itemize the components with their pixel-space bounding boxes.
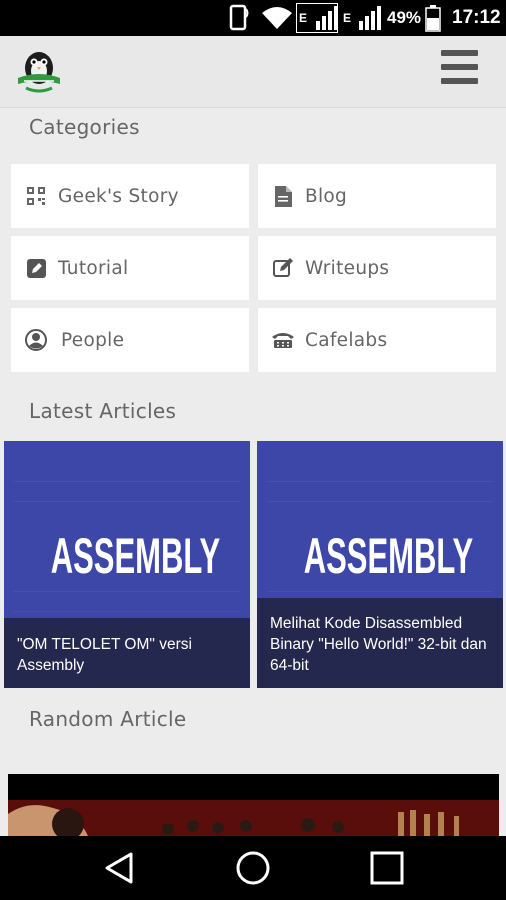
hamburger-menu-icon — [441, 50, 478, 56]
edit-box-icon — [24, 256, 48, 280]
latest-articles-title: Latest Articles — [29, 399, 177, 423]
category-blog[interactable]: Blog — [258, 164, 496, 228]
hamburger-bar — [441, 64, 478, 70]
article-caption: Melihat Kode Disassembled Binary "Hello … — [257, 598, 503, 688]
category-label: Blog — [305, 185, 348, 207]
article-caption-text: "OM TELOLET OM" versi Assembly — [17, 636, 192, 674]
article-card[interactable]: ASSEMBLY Melihat Kode Disassembled Binar… — [257, 441, 503, 688]
decorative-line — [14, 591, 240, 592]
system-nav-bar — [0, 836, 506, 900]
article-caption-text: Melihat Kode Disassembled Binary "Hello … — [270, 615, 487, 674]
category-people[interactable]: People — [11, 308, 249, 372]
decorative-line — [14, 481, 240, 482]
cafelabs-logo-icon[interactable] — [16, 48, 62, 94]
document-icon — [271, 184, 295, 208]
signal-sim2-label: E — [343, 11, 352, 25]
random-article-title: Random Article — [29, 707, 187, 731]
decorative-line — [14, 611, 240, 612]
phone-rotate-icon — [228, 0, 250, 36]
user-circle-icon — [24, 328, 48, 352]
home-circle-icon — [236, 851, 270, 885]
hamburger-menu-button[interactable] — [441, 50, 481, 86]
decorative-line — [14, 501, 240, 502]
category-geeks-story[interactable]: Geek's Story — [11, 164, 249, 228]
article-image-text: ASSEMBLY — [50, 528, 221, 584]
battery-icon — [425, 0, 441, 36]
article-caption: "OM TELOLET OM" versi Assembly — [4, 618, 250, 688]
battery-percent: 49% — [387, 8, 422, 27]
telephone-icon — [271, 328, 295, 352]
category-writeups[interactable]: Writeups — [258, 236, 496, 300]
category-label: People — [61, 329, 125, 351]
app-bar — [0, 36, 506, 108]
pencil-square-icon — [271, 256, 295, 280]
recents-button[interactable] — [347, 836, 427, 900]
category-cafelabs[interactable]: Cafelabs — [258, 308, 496, 372]
qr-code-icon — [24, 184, 48, 208]
category-label: Writeups — [305, 257, 390, 279]
category-label: Geek's Story — [58, 185, 179, 207]
signal-sim1-label: E — [299, 11, 308, 25]
home-button[interactable] — [213, 836, 293, 900]
decorative-line — [267, 591, 493, 592]
status-bar: E E 49% 17:12 — [0, 0, 506, 36]
recents-square-icon — [370, 851, 404, 885]
clock: 17:12 — [452, 7, 501, 28]
hamburger-bar — [441, 78, 478, 84]
decorative-line — [267, 501, 493, 502]
categories-title: Categories — [29, 115, 140, 139]
back-triangle-icon — [105, 852, 133, 884]
article-card[interactable]: ASSEMBLY "OM TELOLET OM" versi Assembly — [4, 441, 250, 688]
category-label: Tutorial — [58, 257, 129, 279]
back-button[interactable] — [80, 836, 160, 900]
category-tutorial[interactable]: Tutorial — [11, 236, 249, 300]
random-article-image[interactable] — [8, 774, 499, 836]
decorative-line — [267, 481, 493, 482]
category-label: Cafelabs — [305, 329, 388, 351]
wifi-icon — [261, 0, 293, 36]
article-image-text: ASSEMBLY — [303, 528, 474, 584]
